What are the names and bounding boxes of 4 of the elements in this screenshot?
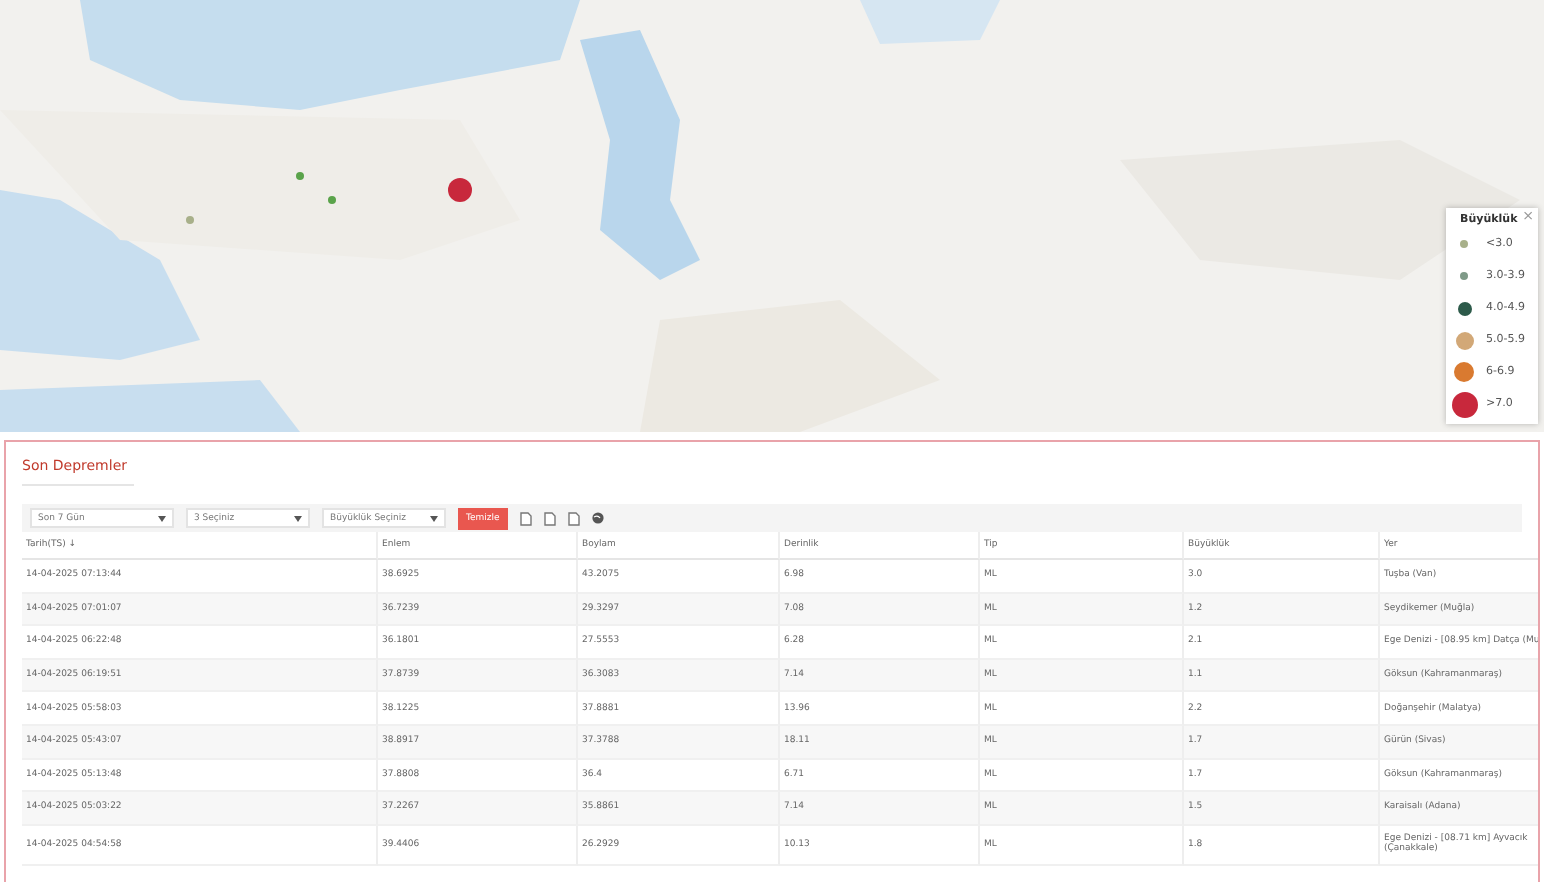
caret-icon [430, 515, 438, 521]
caret-icon [294, 515, 302, 521]
globe-icon[interactable] [591, 512, 604, 524]
caret-icon [158, 515, 166, 521]
